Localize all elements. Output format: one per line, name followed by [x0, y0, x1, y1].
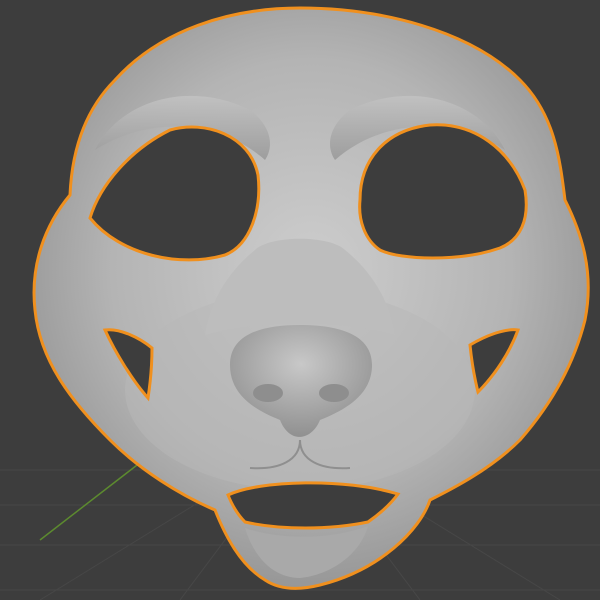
y-axis-line	[39, 454, 151, 541]
3d-viewport[interactable]	[0, 0, 600, 600]
viewport-canvas[interactable]	[0, 0, 600, 600]
right-nostril	[319, 384, 349, 402]
mask-mesh[interactable]	[32, 6, 590, 590]
left-nostril	[253, 384, 283, 402]
